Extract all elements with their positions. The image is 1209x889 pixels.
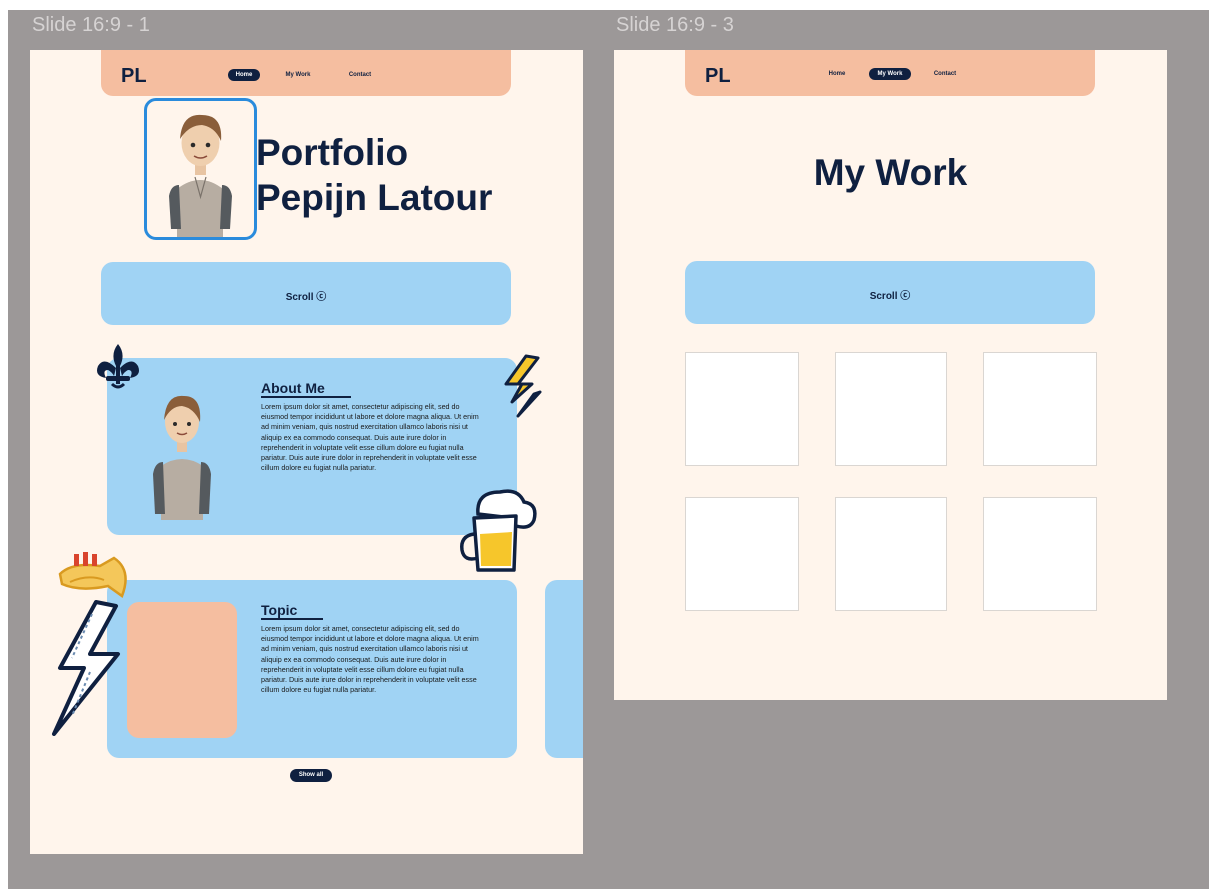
trumpet-icon bbox=[58, 552, 127, 598]
nav-link-home[interactable]: Home bbox=[822, 68, 852, 80]
logo[interactable]: PL bbox=[121, 65, 147, 88]
slide-3[interactable]: PL Home My Work Contact My Work Scroll ⓒ bbox=[614, 50, 1167, 700]
scroll-label: Scroll bbox=[285, 292, 314, 303]
topic-card-next bbox=[545, 580, 583, 758]
scroll-banner[interactable]: Scroll ⓒ bbox=[685, 261, 1095, 324]
beer-mug-icon bbox=[460, 489, 537, 572]
work-tile[interactable] bbox=[835, 497, 947, 611]
topic-image-placeholder bbox=[127, 602, 237, 738]
hero-title: Portfolio Pepijn Latour bbox=[256, 130, 492, 220]
frame-label-slide-1[interactable]: Slide 16:9 - 1 bbox=[32, 14, 150, 37]
profile-avatar bbox=[144, 98, 257, 240]
topic-body: Lorem ipsum dolor sit amet, consectetur … bbox=[261, 624, 479, 695]
nav-link-my-work[interactable]: My Work bbox=[281, 69, 315, 81]
lightning-bolt-outline-icon bbox=[52, 600, 120, 736]
nav-link-my-work[interactable]: My Work bbox=[869, 68, 911, 80]
nav-bar: PL Home My Work Contact bbox=[685, 50, 1095, 96]
about-body: Lorem ipsum dolor sit amet, consectetur … bbox=[261, 402, 479, 473]
show-all-button[interactable]: Show all bbox=[290, 769, 332, 782]
hero-title-line-2: Pepijn Latour bbox=[256, 177, 493, 218]
fleur-de-lis-icon bbox=[97, 344, 139, 389]
nav-link-contact[interactable]: Contact bbox=[930, 68, 960, 80]
about-title: About Me bbox=[261, 380, 351, 398]
frame-label-slide-3[interactable]: Slide 16:9 - 3 bbox=[616, 14, 734, 37]
scroll-banner[interactable]: Scroll ⓒ bbox=[101, 262, 511, 325]
scroll-down-icon: ⓒ bbox=[316, 292, 327, 303]
scroll-label-wrap: Scroll ⓒ bbox=[101, 288, 511, 303]
work-tile[interactable] bbox=[685, 497, 799, 611]
slide-1[interactable]: PL Home My Work Contact Portfolio Pepijn… bbox=[30, 50, 583, 854]
work-tile[interactable] bbox=[835, 352, 947, 466]
hero-title-line-1: Portfolio bbox=[256, 132, 409, 173]
lightning-bolt-yellow-icon bbox=[504, 354, 542, 418]
nav-link-home[interactable]: Home bbox=[228, 69, 260, 81]
boy-standing-icon bbox=[153, 395, 211, 520]
boy-avatar-icon bbox=[169, 114, 232, 237]
page-title: My Work bbox=[813, 152, 968, 193]
scroll-down-icon: ⓒ bbox=[900, 291, 911, 302]
topic-card: Topic Lorem ipsum dolor sit amet, consec… bbox=[107, 580, 517, 758]
scroll-label-wrap: Scroll ⓒ bbox=[685, 287, 1095, 302]
nav-link-contact[interactable]: Contact bbox=[345, 69, 375, 81]
scroll-label: Scroll bbox=[869, 291, 898, 302]
work-tile[interactable] bbox=[685, 352, 799, 466]
work-tile[interactable] bbox=[983, 497, 1097, 611]
logo[interactable]: PL bbox=[705, 65, 731, 88]
nav-bar: PL Home My Work Contact bbox=[101, 50, 511, 96]
topic-title: Topic bbox=[261, 602, 324, 620]
work-tile[interactable] bbox=[983, 352, 1097, 466]
